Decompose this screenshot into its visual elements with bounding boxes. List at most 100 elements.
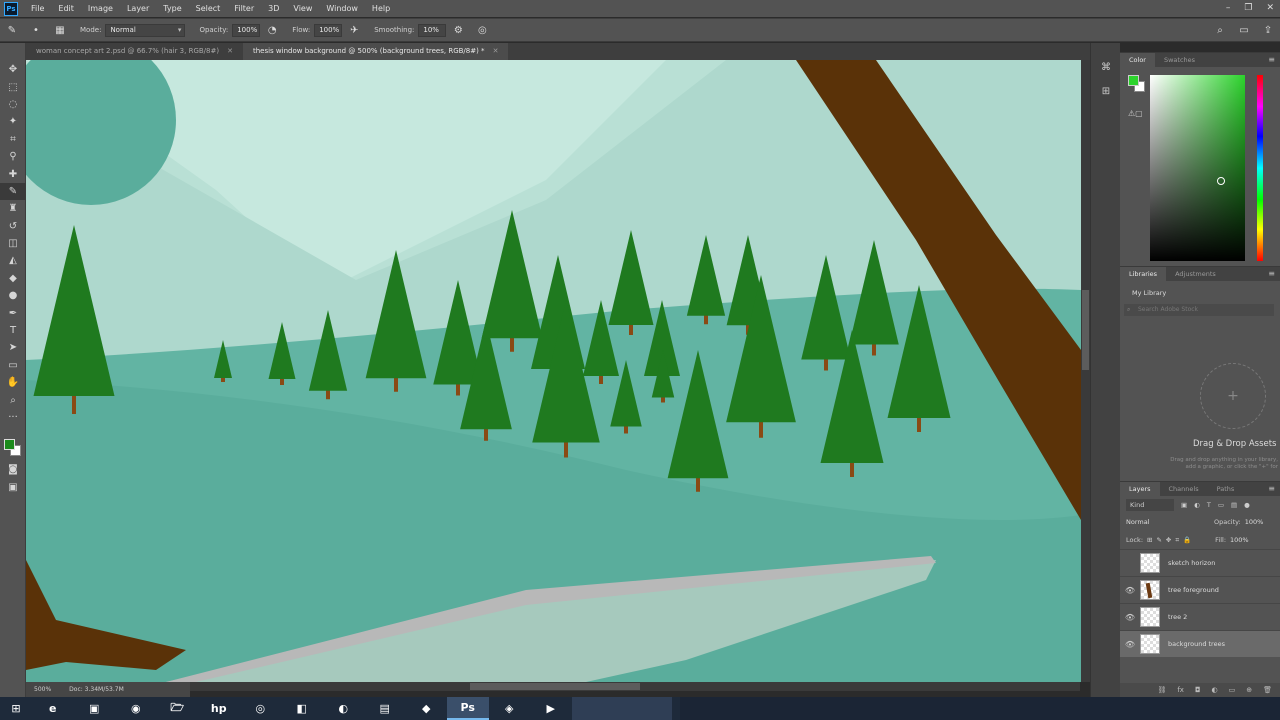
- library-search-input[interactable]: Search Adobe Stock: [1124, 304, 1274, 316]
- filter-pixel-icon[interactable]: ▣: [1181, 501, 1187, 509]
- vertical-scrollbar-thumb[interactable]: [1082, 290, 1089, 370]
- more-tools-icon[interactable]: ···: [0, 409, 26, 426]
- taskbar-app-icon[interactable]: ▤: [364, 697, 406, 720]
- menu-edit[interactable]: Edit: [51, 0, 81, 17]
- windows-start-icon[interactable]: ⊞: [0, 697, 32, 720]
- clone-stamp-tool-icon[interactable]: ♜: [0, 200, 26, 217]
- menu-help[interactable]: Help: [365, 0, 397, 17]
- share-icon[interactable]: ⇪: [1261, 23, 1275, 37]
- marquee-tool-icon[interactable]: ⬚: [0, 78, 26, 95]
- lock-all-icon[interactable]: 🔒: [1183, 536, 1191, 544]
- lasso-tool-icon[interactable]: ◌: [0, 96, 26, 113]
- airbrush-icon[interactable]: ✈: [347, 23, 361, 37]
- menu-type[interactable]: Type: [156, 0, 188, 17]
- tab-channels[interactable]: Channels: [1160, 482, 1208, 496]
- menu-layer[interactable]: Layer: [120, 0, 156, 17]
- opacity-field[interactable]: 100%: [232, 23, 261, 37]
- blur-tool-icon[interactable]: ◆: [0, 270, 26, 287]
- taskbar-app-icon[interactable]: ◆: [406, 697, 448, 720]
- color-picker-handle[interactable]: [1217, 177, 1225, 185]
- delete-layer-icon[interactable]: 🗑: [1263, 686, 1272, 694]
- menu-select[interactable]: Select: [189, 0, 228, 17]
- filter-kind-dropdown[interactable]: Kind: [1126, 498, 1174, 511]
- tab-paths[interactable]: Paths: [1208, 482, 1244, 496]
- link-layers-icon[interactable]: ⛓: [1157, 686, 1166, 694]
- taskbar-app-icon[interactable]: hp: [198, 697, 240, 720]
- rectangle-tool-icon[interactable]: ▭: [0, 357, 26, 374]
- pressure-opacity-icon[interactable]: ◔: [265, 23, 279, 37]
- close-icon[interactable]: ✕: [227, 43, 233, 60]
- new-layer-icon[interactable]: ⊕: [1246, 686, 1252, 694]
- menu-view[interactable]: View: [286, 0, 319, 17]
- type-tool-icon[interactable]: T: [0, 322, 26, 339]
- gamut-warning-icon[interactable]: ⚠▢: [1128, 109, 1143, 118]
- filter-shape-icon[interactable]: ▭: [1218, 501, 1224, 509]
- tab-layers[interactable]: Layers: [1120, 482, 1160, 496]
- quick-mask-icon[interactable]: ◙: [0, 461, 26, 478]
- adjustment-layer-icon[interactable]: ◐: [1212, 686, 1218, 694]
- tab-swatches[interactable]: Swatches: [1155, 53, 1204, 67]
- brush-panel-icon[interactable]: ▦: [53, 23, 67, 37]
- taskbar-app-icon[interactable]: ◎: [240, 697, 282, 720]
- panel-menu-icon[interactable]: ≡: [1268, 482, 1275, 496]
- taskbar-app-icon[interactable]: ◉: [115, 697, 157, 720]
- layer-row[interactable]: 👁 tree 2: [1120, 603, 1280, 630]
- add-asset-icon[interactable]: +: [1200, 363, 1266, 429]
- mode-dropdown[interactable]: Normal: [105, 23, 186, 37]
- visibility-eye-icon[interactable]: 👁: [1120, 613, 1140, 622]
- layer-style-icon[interactable]: fx: [1177, 686, 1184, 694]
- taskbar-app-icon[interactable]: ▶: [530, 697, 572, 720]
- layer-row[interactable]: 👁 tree foreground: [1120, 576, 1280, 603]
- minimize-icon[interactable]: –: [1226, 0, 1231, 17]
- taskbar-app-icon[interactable]: ▣: [74, 697, 116, 720]
- properties-icon[interactable]: ⊞: [1091, 81, 1121, 101]
- smoothing-field[interactable]: 10%: [418, 23, 447, 37]
- screen-mode-icon[interactable]: ▣: [0, 479, 26, 496]
- quick-select-tool-icon[interactable]: ✦: [0, 113, 26, 130]
- eyedropper-tool-icon[interactable]: ⚲: [0, 148, 26, 165]
- tab-libraries[interactable]: Libraries: [1120, 267, 1167, 281]
- lock-image-icon[interactable]: ✎: [1156, 536, 1161, 544]
- hand-tool-icon[interactable]: ✋: [0, 374, 26, 391]
- menu-3d[interactable]: 3D: [261, 0, 286, 17]
- brush-size-icon[interactable]: •: [29, 23, 43, 37]
- menu-window[interactable]: Window: [319, 0, 365, 17]
- zoom-level[interactable]: 500%: [34, 686, 51, 693]
- path-select-tool-icon[interactable]: ➤: [0, 339, 26, 356]
- filter-smart-icon[interactable]: ▤: [1231, 501, 1237, 509]
- brush-tool-preset-icon[interactable]: ✎: [5, 23, 19, 37]
- flow-field[interactable]: 100%: [314, 23, 343, 37]
- hue-slider[interactable]: [1257, 75, 1263, 261]
- lock-artboard-icon[interactable]: ⌗: [1175, 536, 1179, 545]
- visibility-eye-icon[interactable]: 👁: [1120, 640, 1140, 649]
- close-icon[interactable]: ✕: [1266, 0, 1274, 17]
- layer-opacity-field[interactable]: 100%: [1245, 516, 1265, 528]
- close-icon[interactable]: ✕: [493, 43, 499, 60]
- filter-type-icon[interactable]: T: [1207, 501, 1211, 509]
- taskbar-app-icon[interactable]: Ps: [447, 697, 489, 720]
- brush-tool-icon[interactable]: ✎: [0, 182, 26, 201]
- lock-transparent-icon[interactable]: ⊞: [1147, 536, 1152, 544]
- layer-fill-field[interactable]: 100%: [1230, 534, 1250, 546]
- layer-row[interactable]: sketch horizon: [1120, 549, 1280, 576]
- foreground-color-swatch[interactable]: [4, 439, 15, 450]
- canvas[interactable]: [26, 60, 1081, 682]
- foreground-color-chip[interactable]: [1128, 75, 1139, 86]
- panel-menu-icon[interactable]: ≡: [1268, 267, 1275, 281]
- taskbar-app-icon[interactable]: ◧: [281, 697, 323, 720]
- menu-filter[interactable]: Filter: [227, 0, 261, 17]
- tab-adjustments[interactable]: Adjustments: [1166, 267, 1225, 281]
- taskbar-app-icon[interactable]: ◐: [323, 697, 365, 720]
- menu-image[interactable]: Image: [81, 0, 120, 17]
- color-saturation-field[interactable]: [1150, 75, 1245, 261]
- filter-toggle-icon[interactable]: ●: [1244, 501, 1250, 509]
- gear-icon[interactable]: ⚙: [451, 23, 465, 37]
- dodge-tool-icon[interactable]: ●: [0, 287, 26, 304]
- panel-menu-icon[interactable]: ≡: [1268, 53, 1275, 67]
- restore-icon[interactable]: ❐: [1244, 0, 1252, 17]
- blend-mode-dropdown[interactable]: Normal: [1126, 516, 1204, 528]
- taskbar-app-icon[interactable]: e: [32, 697, 74, 720]
- paint-bucket-tool-icon[interactable]: ◭: [0, 252, 26, 269]
- tab-woman-concept-art[interactable]: woman concept art 2.psd @ 66.7% (hair 3,…: [26, 43, 243, 60]
- healing-brush-tool-icon[interactable]: ✚: [0, 165, 26, 182]
